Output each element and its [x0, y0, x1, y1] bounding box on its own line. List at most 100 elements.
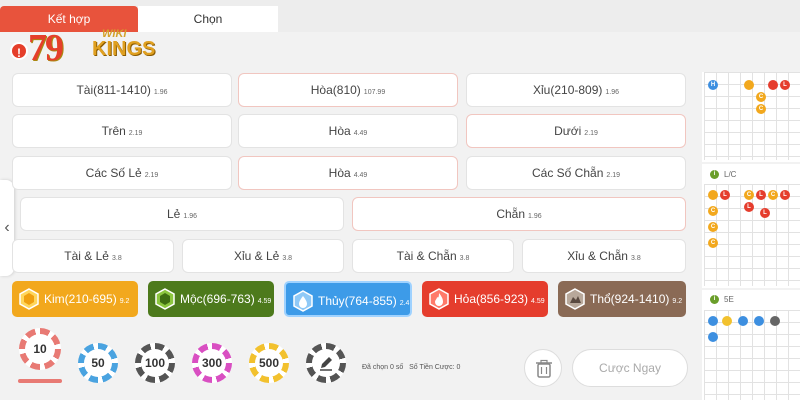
element-label: Thủy(764-855) — [318, 294, 397, 308]
element-kim-button[interactable]: Kim(210-695) 9.2 — [12, 281, 138, 317]
chip-selected-indicator — [18, 379, 62, 383]
bet-label: Tài & Lẻ — [64, 249, 109, 263]
chip-300[interactable]: 300 — [192, 343, 232, 383]
bet-label: Chẵn — [496, 207, 526, 221]
bet-xiu-le[interactable]: Xỉu & Lẻ 3.8 — [182, 239, 344, 273]
bet-tai[interactable]: Tài(811-1410) 1.96 — [12, 73, 232, 107]
bet-odds: 1.96 — [183, 213, 197, 220]
logo-number: 79 — [28, 27, 64, 69]
bet-tai-chan[interactable]: Tài & Chẵn 3.8 — [352, 239, 514, 273]
fire-icon — [429, 288, 449, 310]
history-dot — [708, 332, 718, 342]
pencil-icon — [312, 349, 340, 377]
info-icon[interactable]: i — [710, 295, 719, 304]
chip-10[interactable]: 10 — [19, 328, 61, 370]
bet-odds: 2.19 — [584, 130, 598, 137]
bet-label: Xỉu & Chẵn — [567, 249, 628, 263]
element-odds: 9.2 — [672, 298, 683, 305]
clear-button[interactable] — [524, 349, 562, 387]
bet-odds: 107.99 — [363, 89, 386, 96]
history-dot: L — [720, 190, 730, 200]
bet-odds: 3.8 — [630, 255, 641, 262]
history-dot — [708, 316, 718, 326]
element-label: Thổ(924-1410) — [590, 292, 670, 306]
bet-summary: Đã chọn 0 số Số Tiền Cược: 0 — [362, 364, 460, 371]
bet-label: Xỉu(210-809) — [533, 83, 603, 97]
bet-label: Lẻ — [167, 207, 181, 221]
element-label: Mộc(696-763) — [180, 292, 255, 306]
element-odds: 4.59 — [257, 298, 272, 305]
history-dot: L — [780, 190, 790, 200]
bet-le[interactable]: Lẻ 1.96 — [20, 197, 344, 231]
history-dot: C — [756, 92, 766, 102]
bet-hoa-chan-le[interactable]: Hòa 4.49 — [238, 156, 458, 190]
element-hoa-button[interactable]: Hỏa(856-923) 4.59 — [422, 281, 548, 317]
bet-xiu-chan[interactable]: Xỉu & Chẵn 3.8 — [522, 239, 686, 273]
bet-chan[interactable]: Chẵn 1.96 — [352, 197, 686, 231]
element-thuy-button[interactable]: Thủy(764-855) 2.4 — [284, 281, 412, 317]
bet-cac-so-le[interactable]: Các Số Lẻ 2.19 — [12, 156, 232, 190]
history-dot: H — [708, 80, 718, 90]
metal-icon — [19, 288, 39, 310]
bet-odds: 2.19 — [128, 130, 143, 137]
bet-hoa-tren-duoi[interactable]: Hòa 4.49 — [238, 114, 458, 148]
chip-100[interactable]: 100 — [135, 343, 175, 383]
bet-duoi[interactable]: Dưới 2.19 — [466, 114, 686, 148]
bet-label: Hòa — [328, 124, 351, 138]
element-moc-button[interactable]: Mộc(696-763) 4.59 — [148, 281, 274, 317]
element-odds: 9.2 — [119, 298, 130, 305]
bet-label: Hòa(810) — [310, 83, 361, 97]
bet-hoa-810[interactable]: Hòa(810) 107.99 — [238, 73, 458, 107]
bet-label: Tài & Chẵn — [396, 249, 457, 263]
bet-odds: 1.96 — [528, 213, 542, 220]
history-grid — [704, 310, 800, 400]
chip-label: 100 — [141, 349, 169, 377]
bet-odds: 2.19 — [606, 172, 620, 179]
chip-500[interactable]: 500 — [249, 343, 289, 383]
chip-50[interactable]: 50 — [78, 343, 118, 383]
tab-select[interactable]: Chọn — [138, 6, 278, 32]
history-dot — [708, 190, 718, 200]
trash-icon — [536, 359, 552, 378]
bet-xiu[interactable]: Xỉu(210-809) 1.96 — [466, 73, 686, 107]
panel-label: 5E — [724, 295, 734, 304]
logo: ! 79 WIKI KINGS — [6, 26, 156, 70]
info-icon[interactable]: i — [710, 170, 719, 179]
selected-count: Đã chọn 0 số — [362, 364, 404, 371]
bet-label: Trên — [101, 124, 126, 138]
bet-odds: 3.8 — [459, 255, 470, 262]
history-dot: C — [708, 238, 718, 248]
bet-odds: 3.8 — [111, 255, 122, 262]
wood-icon — [155, 288, 175, 310]
history-dot: C — [708, 222, 718, 232]
bet-tren[interactable]: Trên 2.19 — [12, 114, 232, 148]
history-dot: C — [768, 190, 778, 200]
bet-tai-le[interactable]: Tài & Lẻ 3.8 — [12, 239, 174, 273]
chip-label: 300 — [198, 349, 226, 377]
logo-kings: KINGS — [92, 38, 156, 60]
element-label: Kim(210-695) — [44, 292, 117, 306]
bet-amount: Số Tiền Cược: 0 — [409, 364, 461, 371]
panel-label: L/C — [724, 170, 737, 179]
bet-cac-so-chan[interactable]: Các Số Chẵn 2.19 — [466, 156, 686, 190]
history-dot: L — [760, 208, 770, 218]
bet-label: Các Số Lẻ — [85, 166, 142, 180]
history-dot: C — [744, 190, 754, 200]
bet-odds: 1.96 — [605, 89, 619, 96]
bet-label: Hòa — [328, 166, 351, 180]
history-dot — [722, 316, 732, 326]
logo-badge: ! — [10, 42, 28, 60]
earth-icon — [565, 288, 585, 310]
place-bet-button[interactable]: Cược Ngay — [572, 349, 688, 387]
chip-label: 10 — [25, 334, 55, 364]
bet-odds: 3.8 — [282, 255, 293, 262]
element-label: Hỏa(856-923) — [454, 292, 529, 306]
history-dot: L — [756, 190, 766, 200]
element-odds: 2.4 — [399, 300, 410, 307]
custom-chip[interactable] — [306, 343, 346, 383]
element-tho-button[interactable]: Thổ(924-1410) 9.2 — [558, 281, 686, 317]
bet-odds: 1.96 — [153, 89, 168, 96]
chip-label: 500 — [255, 349, 283, 377]
bet-odds: 4.49 — [353, 130, 368, 137]
chip-label: 50 — [84, 349, 112, 377]
